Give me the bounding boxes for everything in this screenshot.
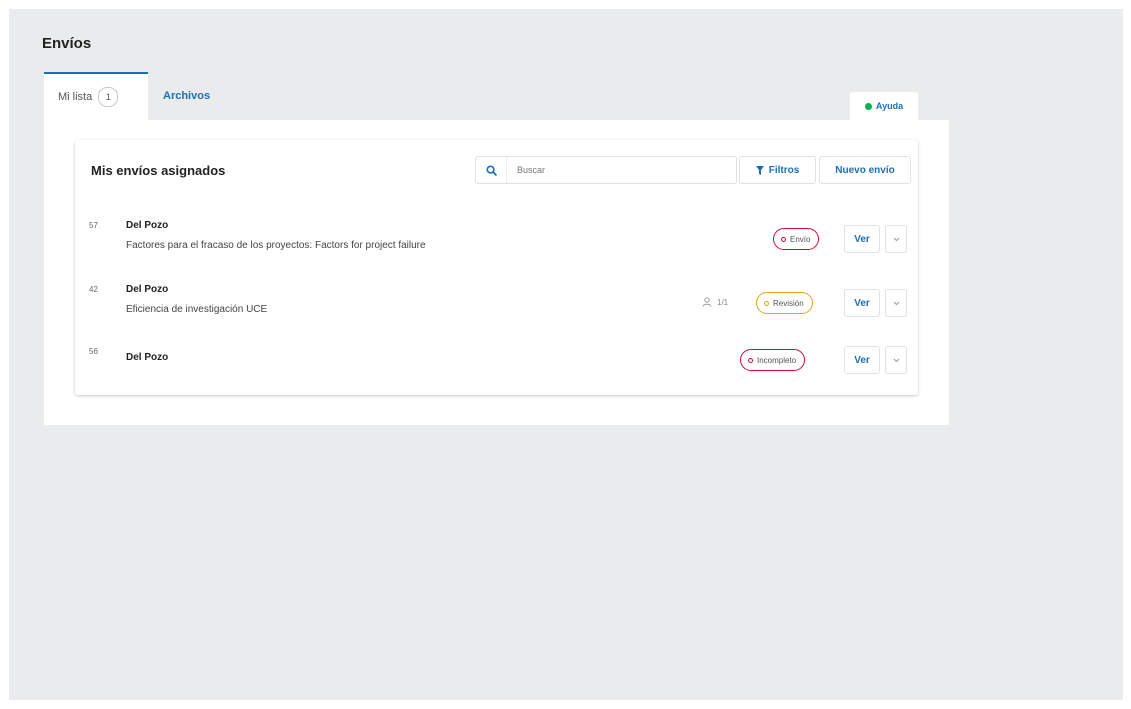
submission-row: 42 Del Pozo Eficiencia de investigación … [75,284,918,345]
help-label: Ayuda [875,101,904,111]
status-label: Revisión [773,298,804,308]
help-circle-icon [864,102,872,110]
status-dot-icon [764,300,769,306]
tab-archive-label: Archivos [163,90,211,102]
chevron-down-icon [893,301,899,305]
chevron-down-icon [893,358,899,362]
status-dot-icon [781,236,786,242]
card-title: Mis envíos asignados [91,163,226,178]
tab-my-list[interactable]: Mi lista 1 [44,72,148,120]
status-badge[interactable]: Incompleto [740,349,806,371]
view-button[interactable]: Ver [844,289,880,317]
tab-bar: Mi lista 1 Archivos Ayuda [44,72,949,120]
count-badge: 1 [98,87,119,107]
status-dot-icon [748,357,753,363]
chevron-down-icon [893,237,899,241]
review-count: 1/1 [702,297,728,307]
workspace: Envíos Mi lista 1 Archivos Ayuda Mis env… [9,9,1123,700]
user-icon [702,297,712,307]
expand-button[interactable] [885,346,907,374]
status-badge[interactable]: Envío [773,228,820,250]
expand-button[interactable] [885,225,907,253]
status-label: Envío [790,234,811,244]
help-button[interactable]: Ayuda [850,92,918,120]
status-badge[interactable]: Revisión [756,292,813,314]
new-submission-button[interactable]: Nuevo envío [819,156,911,184]
submission-title: Eficiencia de investigación UCE [126,304,268,315]
submission-id: 57 [89,221,98,230]
search-input[interactable] [507,164,719,176]
submission-title: Factores para el fracaso de los proyecto… [126,240,426,251]
filters-button[interactable]: Filtros [739,156,816,184]
search-box [475,156,737,184]
submissions-card: Mis envíos asignados Filtros Nuevo envío [75,140,918,395]
tab-my-list-label: Mi lista [58,91,93,103]
submission-id: 56 [89,347,98,356]
expand-button[interactable] [885,289,907,317]
submission-id: 42 [89,285,98,294]
submission-row: 57 Del Pozo Factores para el fracaso de … [75,220,918,281]
tab-archive[interactable]: Archivos [163,72,253,120]
view-button[interactable]: Ver [844,225,880,253]
status-label: Incompleto [757,355,797,365]
search-icon[interactable] [476,157,507,183]
submission-row: 56 Del Pozo Incompleto Ver [75,346,918,407]
submission-author: Del Pozo [126,284,169,295]
view-button[interactable]: Ver [844,346,880,374]
filters-label: Filtros [768,164,800,176]
tab-panel: Mis envíos asignados Filtros Nuevo envío [44,120,949,425]
submission-author: Del Pozo [126,352,169,363]
page-title: Envíos [42,35,92,52]
filter-icon [755,165,764,175]
review-count-label: 1/1 [717,297,729,307]
submission-author: Del Pozo [126,220,169,231]
